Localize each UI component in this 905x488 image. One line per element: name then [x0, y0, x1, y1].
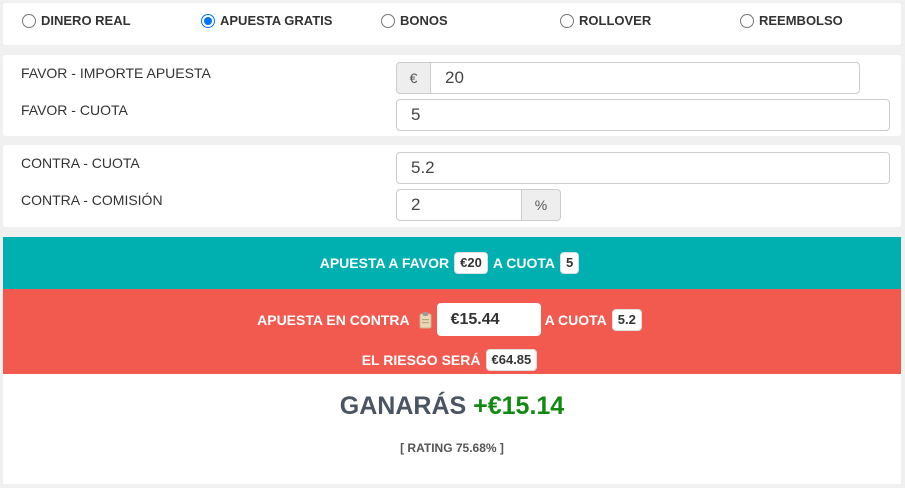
- radio-apuesta-gratis[interactable]: APUESTA GRATIS: [201, 13, 332, 28]
- contra-bet-bar: APUESTA EN CONTRA €15.44 A CUOTA 5.2 EL …: [3, 289, 901, 374]
- currency-addon: €: [396, 62, 431, 94]
- radio-reembolso[interactable]: REEMBOLSO: [740, 13, 843, 28]
- contra-bar-odds: 5.2: [611, 308, 642, 331]
- favor-bar-odds-text: A CUOTA: [492, 255, 556, 271]
- radio-button-icon[interactable]: [22, 13, 36, 28]
- clipboard-copy-icon[interactable]: [418, 311, 434, 329]
- contra-odds-input[interactable]: 5.2: [396, 152, 890, 184]
- radio-label: REEMBOLSO: [759, 13, 843, 28]
- rating-text: [ RATING 75.68% ]: [400, 441, 504, 455]
- profit-value: +€15.14: [473, 392, 565, 420]
- favor-bet-bar: APUESTA A FAVOR €20 A CUOTA 5: [3, 237, 901, 289]
- radio-label: DINERO REAL: [41, 13, 131, 28]
- contra-odds-label: CONTRA - CUOTA: [21, 155, 140, 171]
- radio-button-icon[interactable]: [381, 13, 395, 28]
- favor-bar-amount: €20: [454, 252, 488, 274]
- risk-amount: €64.85: [485, 349, 538, 371]
- profit-label: GANARÁS: [339, 392, 467, 420]
- risk-text: EL RIESGO SERÁ: [361, 352, 481, 368]
- profit-line: GANARÁS +€15.14: [3, 392, 901, 421]
- radio-label: APUESTA GRATIS: [220, 13, 333, 28]
- contra-stake-amount[interactable]: €15.44: [436, 303, 541, 336]
- favor-odds-input[interactable]: 5: [396, 99, 890, 131]
- contra-commission-input[interactable]: 2: [396, 189, 522, 221]
- result-panel: GANARÁS +€15.14 [ RATING 75.68% ]: [3, 374, 901, 484]
- radio-button-icon[interactable]: [740, 13, 754, 28]
- contra-bar-text: APUESTA EN CONTRA: [257, 311, 410, 328]
- favor-odds-label: FAVOR - CUOTA: [21, 102, 128, 118]
- contra-bet-line: APUESTA EN CONTRA €15.44 A CUOTA 5.2: [3, 303, 901, 336]
- favor-panel: FAVOR - IMPORTE APUESTA € 20 FAVOR - CUO…: [3, 55, 901, 136]
- radio-label: ROLLOVER: [579, 13, 652, 28]
- radio-button-icon[interactable]: [560, 13, 574, 28]
- bet-type-panel: DINERO REAL APUESTA GRATIS BONOS ROLLOVE…: [3, 3, 901, 45]
- contra-panel: CONTRA - CUOTA 5.2 CONTRA - COMISIÓN 2 %: [3, 145, 901, 227]
- favor-stake-input[interactable]: 20: [430, 62, 860, 94]
- contra-commission-label: CONTRA - COMISIÓN: [21, 192, 163, 208]
- contra-bar-odds-text: A CUOTA: [544, 311, 607, 328]
- radio-button-checked-icon[interactable]: [201, 13, 215, 28]
- radio-dinero-real[interactable]: DINERO REAL: [22, 13, 131, 28]
- percent-addon: %: [521, 189, 561, 221]
- radio-label: BONOS: [400, 13, 448, 28]
- risk-line: EL RIESGO SERÁ €64.85: [3, 349, 901, 371]
- favor-stake-label: FAVOR - IMPORTE APUESTA: [21, 65, 211, 81]
- favor-bar-text: APUESTA A FAVOR: [319, 255, 450, 271]
- favor-bar-odds: 5: [560, 252, 580, 274]
- radio-rollover[interactable]: ROLLOVER: [560, 13, 651, 28]
- radio-bonos[interactable]: BONOS: [381, 13, 448, 28]
